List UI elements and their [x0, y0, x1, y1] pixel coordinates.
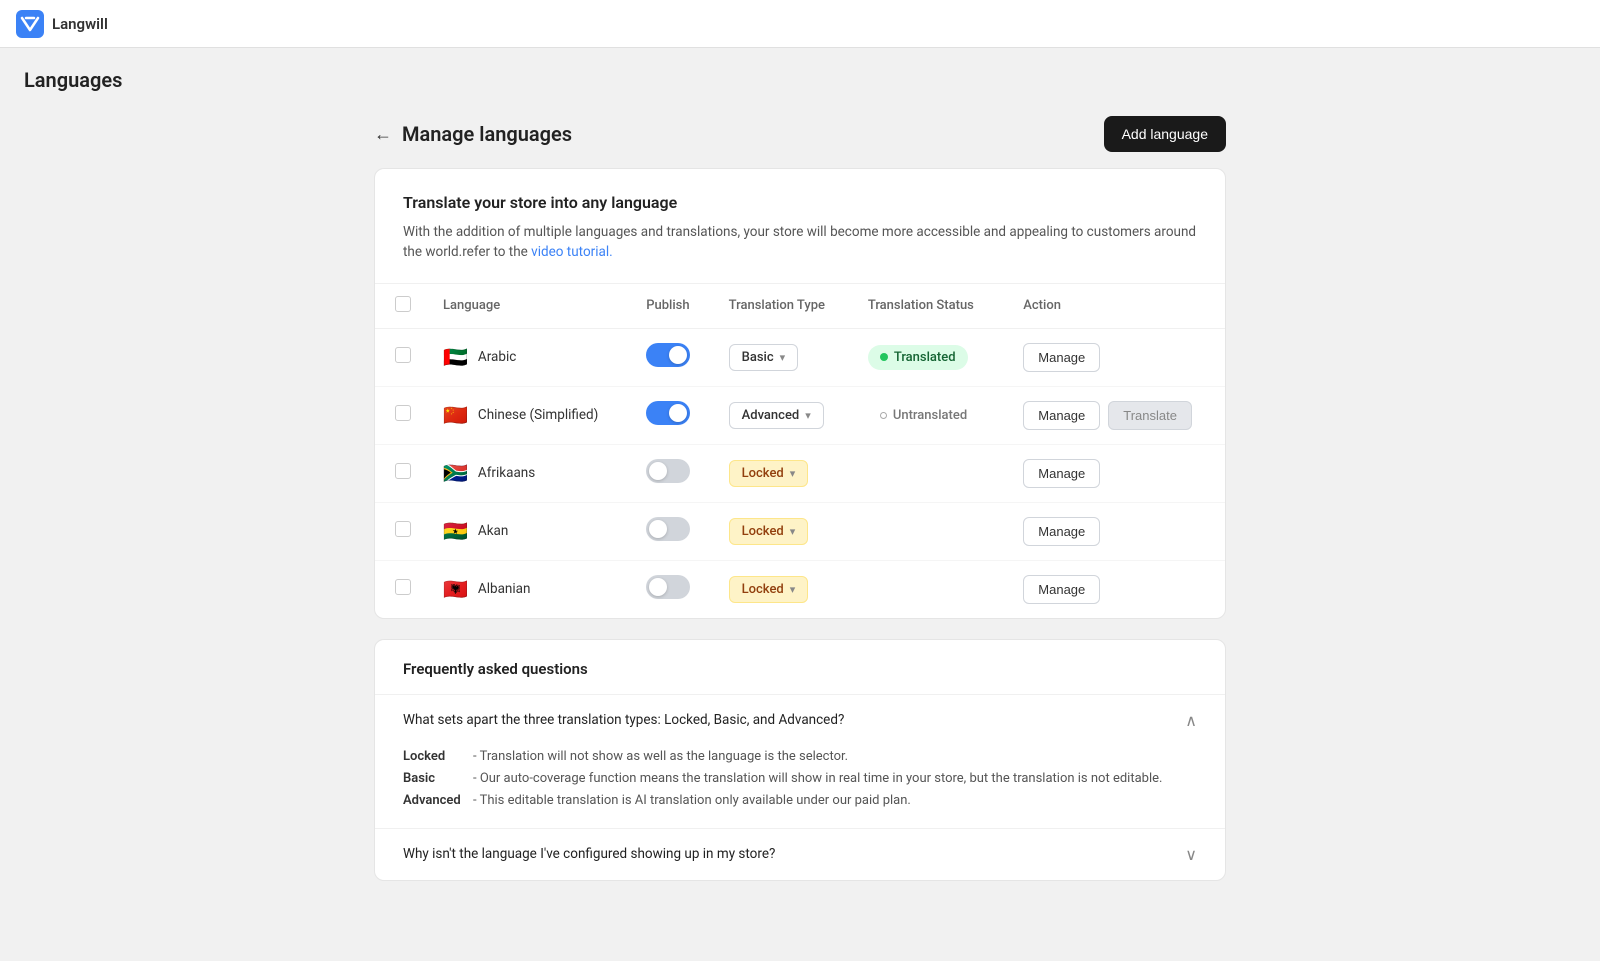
row-checkbox-arabic[interactable] — [395, 347, 411, 363]
chevron-down-icon: ∨ — [1185, 845, 1197, 864]
status-badge-chinese-simplified: Untranslated — [868, 403, 979, 428]
lang-cell: 🇬🇭 Akan — [443, 521, 614, 541]
status-dot — [880, 412, 887, 419]
languages-table: Language Publish Translation Type Transl… — [375, 284, 1225, 618]
intro-title: Translate your store into any language — [403, 193, 1197, 212]
flag-albanian: 🇦🇱 — [443, 579, 468, 599]
faq-item-faq-2: Why isn't the language I've configured s… — [375, 829, 1225, 880]
manage-button-albanian[interactable]: Manage — [1023, 575, 1100, 604]
header-checkbox-cell — [375, 284, 427, 329]
select-all-checkbox[interactable] — [395, 296, 411, 312]
lang-cell: 🇿🇦 Afrikaans — [443, 463, 614, 483]
lang-name-chinese-simplified: Chinese (Simplified) — [478, 407, 598, 423]
lang-name-akan: Akan — [478, 523, 508, 539]
header-publish: Publish — [630, 284, 712, 329]
lang-name-albanian: Albanian — [478, 581, 531, 597]
lang-cell: 🇨🇳 Chinese (Simplified) — [443, 405, 614, 425]
header-action: Action — [1007, 284, 1225, 329]
type-badge-albanian[interactable]: Locked▾ — [729, 576, 809, 603]
publish-toggle-chinese-simplified[interactable] — [646, 401, 690, 425]
faq-title: Frequently asked questions — [375, 640, 1225, 695]
faq-item-faq-1: What sets apart the three translation ty… — [375, 695, 1225, 829]
status-dot — [880, 353, 888, 361]
table-row: 🇦🇱 Albanian Locked▾ Manage — [375, 560, 1225, 618]
chevron-down-icon: ▾ — [780, 351, 786, 364]
header-translation-status: Translation Status — [852, 284, 1007, 329]
row-checkbox-afrikaans[interactable] — [395, 463, 411, 479]
back-nav[interactable]: ← Manage languages — [374, 122, 572, 146]
manage-button-chinese-simplified[interactable]: Manage — [1023, 401, 1100, 430]
action-cell: Manage — [1023, 459, 1209, 488]
faq-answer-faq-1: Locked - Translation will not show as we… — [375, 746, 1225, 828]
card-intro: Translate your store into any language W… — [375, 169, 1225, 284]
header-translation-type: Translation Type — [713, 284, 852, 329]
type-badge-afrikaans[interactable]: Locked▾ — [729, 460, 809, 487]
intro-link[interactable]: video tutorial. — [531, 244, 613, 260]
app-logo: Langwill — [16, 10, 108, 38]
action-cell: Manage Translate — [1023, 401, 1209, 430]
add-language-button[interactable]: Add language — [1104, 116, 1226, 152]
row-checkbox-albanian[interactable] — [395, 579, 411, 595]
translate-button-chinese-simplified[interactable]: Translate — [1108, 401, 1192, 430]
status-badge-arabic: Translated — [868, 345, 968, 370]
manage-button-afrikaans[interactable]: Manage — [1023, 459, 1100, 488]
page-title-bar: Languages — [0, 48, 1600, 104]
table-row: 🇨🇳 Chinese (Simplified) Advanced▾ Untransla… — [375, 386, 1225, 444]
app-name: Langwill — [52, 15, 108, 33]
action-cell: Manage — [1023, 517, 1209, 546]
manage-button-arabic[interactable]: Manage — [1023, 343, 1100, 372]
flag-chinese-simplified: 🇨🇳 — [443, 405, 468, 425]
chevron-down-icon: ▾ — [805, 409, 811, 422]
lang-cell: 🇦🇱 Albanian — [443, 579, 614, 599]
type-badge-akan[interactable]: Locked▾ — [729, 518, 809, 545]
publish-toggle-afrikaans[interactable] — [646, 459, 690, 483]
publish-toggle-akan[interactable] — [646, 517, 690, 541]
lang-name-afrikaans: Afrikaans — [478, 465, 535, 481]
chevron-down-icon: ▾ — [790, 583, 796, 596]
flag-akan: 🇬🇭 — [443, 521, 468, 541]
action-cell: Manage — [1023, 575, 1209, 604]
intro-text: With the addition of multiple languages … — [403, 222, 1197, 263]
faq-card: Frequently asked questions What sets apa… — [374, 639, 1226, 881]
chevron-down-icon: ▾ — [790, 467, 796, 480]
faq-question-faq-2[interactable]: Why isn't the language I've configured s… — [375, 829, 1225, 880]
manage-button-akan[interactable]: Manage — [1023, 517, 1100, 546]
action-cell: Manage — [1023, 343, 1209, 372]
faq-question-faq-1[interactable]: What sets apart the three translation ty… — [375, 695, 1225, 746]
publish-toggle-albanian[interactable] — [646, 575, 690, 599]
publish-toggle-arabic[interactable] — [646, 343, 690, 367]
lang-name-arabic: Arabic — [478, 349, 516, 365]
faq-list: What sets apart the three translation ty… — [375, 695, 1225, 880]
chevron-down-icon: ▾ — [790, 525, 796, 538]
table-row: 🇿🇦 Afrikaans Locked▾ Manage — [375, 444, 1225, 502]
type-badge-arabic[interactable]: Basic▾ — [729, 344, 799, 371]
row-checkbox-chinese-simplified[interactable] — [395, 405, 411, 421]
type-badge-chinese-simplified[interactable]: Advanced▾ — [729, 402, 824, 429]
lang-cell: 🇦🇪 Arabic — [443, 347, 614, 367]
header-language: Language — [427, 284, 630, 329]
languages-card: Translate your store into any language W… — [374, 168, 1226, 619]
page-title: Languages — [24, 68, 1576, 92]
row-checkbox-akan[interactable] — [395, 521, 411, 537]
manage-title: Manage languages — [402, 122, 572, 146]
flag-arabic: 🇦🇪 — [443, 347, 468, 367]
top-bar: Langwill — [0, 0, 1600, 48]
logo-icon — [16, 10, 44, 38]
manage-header: ← Manage languages Add language — [374, 116, 1226, 152]
table-row: 🇦🇪 Arabic Basic▾ Translated Manage — [375, 328, 1225, 386]
flag-afrikaans: 🇿🇦 — [443, 463, 468, 483]
chevron-up-icon: ∧ — [1185, 711, 1197, 730]
table-row: 🇬🇭 Akan Locked▾ Manage — [375, 502, 1225, 560]
back-arrow-icon: ← — [374, 124, 392, 145]
